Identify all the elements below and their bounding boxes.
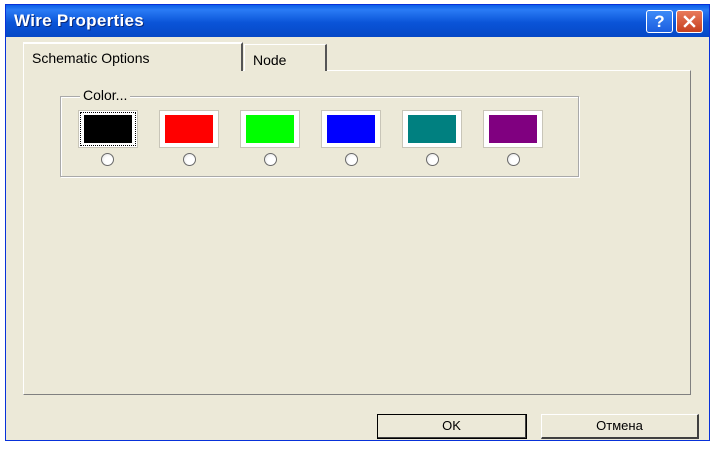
color-swatch-purple[interactable] <box>483 110 543 148</box>
swatch-fill <box>489 115 537 143</box>
swatch-fill <box>84 115 132 143</box>
close-icon <box>683 15 696 28</box>
color-swatch-green[interactable] <box>240 110 300 148</box>
color-radio-blue[interactable] <box>345 153 358 166</box>
color-swatch-red[interactable] <box>159 110 219 148</box>
cancel-button[interactable]: Отмена <box>541 414 699 439</box>
color-swatch-blue[interactable] <box>321 110 381 148</box>
color-radio-purple[interactable] <box>507 153 520 166</box>
color-radio-green[interactable] <box>264 153 277 166</box>
title-bar[interactable]: Wire Properties ? <box>6 5 709 37</box>
window-title: Wire Properties <box>14 11 144 30</box>
help-icon: ? <box>654 11 665 31</box>
color-swatch-teal[interactable] <box>402 110 462 148</box>
swatch-fill <box>327 115 375 143</box>
color-group-label: Color... <box>80 87 131 103</box>
color-radio-teal[interactable] <box>426 153 439 166</box>
ok-button[interactable]: OK <box>377 414 527 439</box>
swatch-fill <box>165 115 213 143</box>
help-button[interactable]: ? <box>646 10 673 33</box>
tab-node[interactable]: Node <box>244 44 327 71</box>
color-radio-black[interactable] <box>101 153 114 166</box>
color-radio-red[interactable] <box>183 153 196 166</box>
color-swatch-black[interactable] <box>78 110 138 148</box>
swatch-fill <box>408 115 456 143</box>
close-button[interactable] <box>676 10 703 33</box>
tab-schematic-options[interactable]: Schematic Options <box>23 42 243 71</box>
swatch-fill <box>246 115 294 143</box>
